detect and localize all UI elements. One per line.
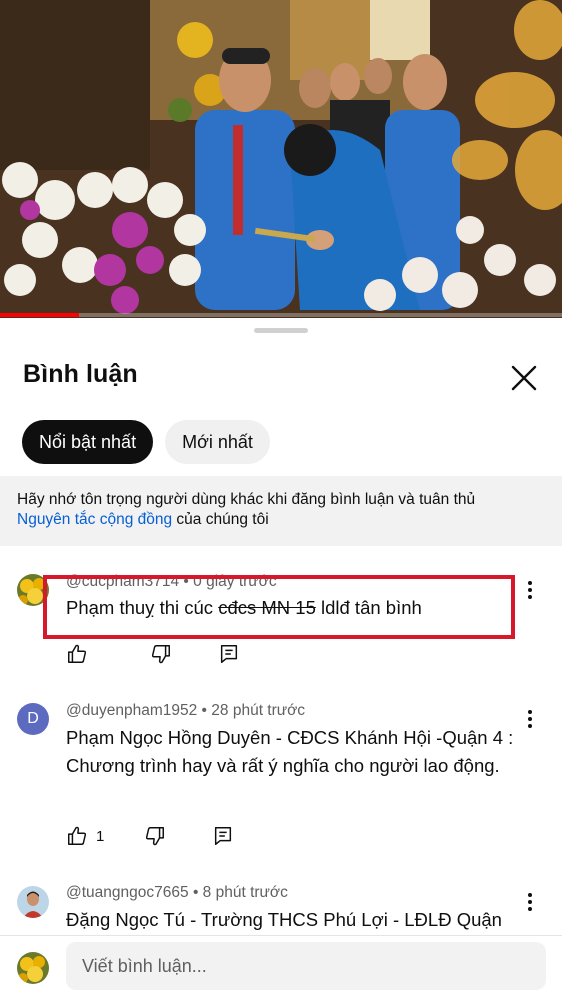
thumb-down-icon	[146, 827, 165, 846]
chip-top-comments[interactable]: Nổi bật nhất	[22, 420, 154, 464]
reply-button[interactable]	[218, 643, 240, 665]
comment-actions: 1	[66, 824, 234, 848]
avatar[interactable]	[17, 886, 49, 918]
photo-avatar-icon	[17, 886, 49, 918]
highlight-box	[43, 575, 515, 639]
more-vert-icon	[528, 893, 532, 911]
close-button[interactable]	[506, 360, 542, 396]
comment-text: Phạm Ngọc Hồng Duyên - CĐCS Khánh Hội -Q…	[66, 727, 514, 776]
sort-chips: Nổi bật nhất Mới nhất	[22, 420, 270, 464]
meta-separator: •	[201, 702, 212, 719]
comment-composer: Viết bình luận...	[0, 935, 562, 1000]
more-options-button[interactable]	[520, 707, 540, 731]
notice-text: Hãy nhớ tôn trọng người dùng khác khi đă…	[17, 491, 476, 508]
comment-time: 8 phút trước	[202, 884, 288, 901]
comment-actions	[66, 642, 240, 666]
drag-handle[interactable]	[254, 328, 308, 333]
comment-input[interactable]: Viết bình luận...	[66, 942, 546, 990]
reply-comment-icon	[220, 645, 238, 663]
dislike-button[interactable]	[150, 643, 172, 665]
dislike-button[interactable]	[144, 825, 166, 847]
reply-comment-icon	[215, 827, 232, 845]
comment-meta: @duyenpham1952 • 28 phút trước	[66, 702, 305, 720]
flower-avatar-icon	[17, 952, 49, 984]
comment-author[interactable]: @duyenpham1952	[66, 702, 197, 719]
video-progress-bar[interactable]	[0, 313, 562, 317]
comment-time: 28 phút trước	[211, 702, 306, 719]
community-notice: Hãy nhớ tôn trọng người dùng khác khi đă…	[0, 476, 562, 546]
comment-meta: @tuangngoc7665 • 8 phút trước	[66, 884, 288, 902]
like-count: 1	[96, 827, 105, 845]
avatar[interactable]: D	[17, 703, 49, 735]
more-vert-icon	[528, 710, 532, 728]
reply-button[interactable]	[212, 825, 234, 847]
notice-suffix: của chúng tôi	[172, 511, 269, 528]
current-user-avatar	[17, 952, 49, 984]
comment-author[interactable]: @tuangngoc7665	[66, 884, 189, 901]
video-frame-image	[0, 0, 562, 318]
community-guidelines-link[interactable]: Nguyên tắc cộng đồng	[17, 511, 172, 528]
thumb-up-icon	[68, 826, 87, 845]
comments-sheet: Bình luận Nổi bật nhất Mới nhất Hãy nhớ …	[0, 318, 562, 1000]
comments-title: Bình luận	[23, 360, 138, 388]
meta-separator: •	[192, 884, 203, 901]
comment-text: Đặng Ngọc Tú - Trường THCS Phú Lợi - LĐL…	[66, 909, 502, 930]
thumb-up-icon	[68, 644, 87, 663]
more-options-button[interactable]	[520, 578, 540, 602]
like-button[interactable]: 1	[66, 825, 104, 847]
close-icon	[511, 365, 537, 391]
thumb-down-icon	[151, 645, 170, 664]
avatar-letter: D	[27, 710, 39, 727]
video-progress-fill	[0, 313, 79, 317]
video-player[interactable]	[0, 0, 562, 318]
like-button[interactable]	[66, 643, 96, 665]
more-vert-icon	[528, 581, 532, 599]
chip-newest[interactable]: Mới nhất	[165, 420, 270, 464]
more-options-button[interactable]	[520, 890, 540, 914]
